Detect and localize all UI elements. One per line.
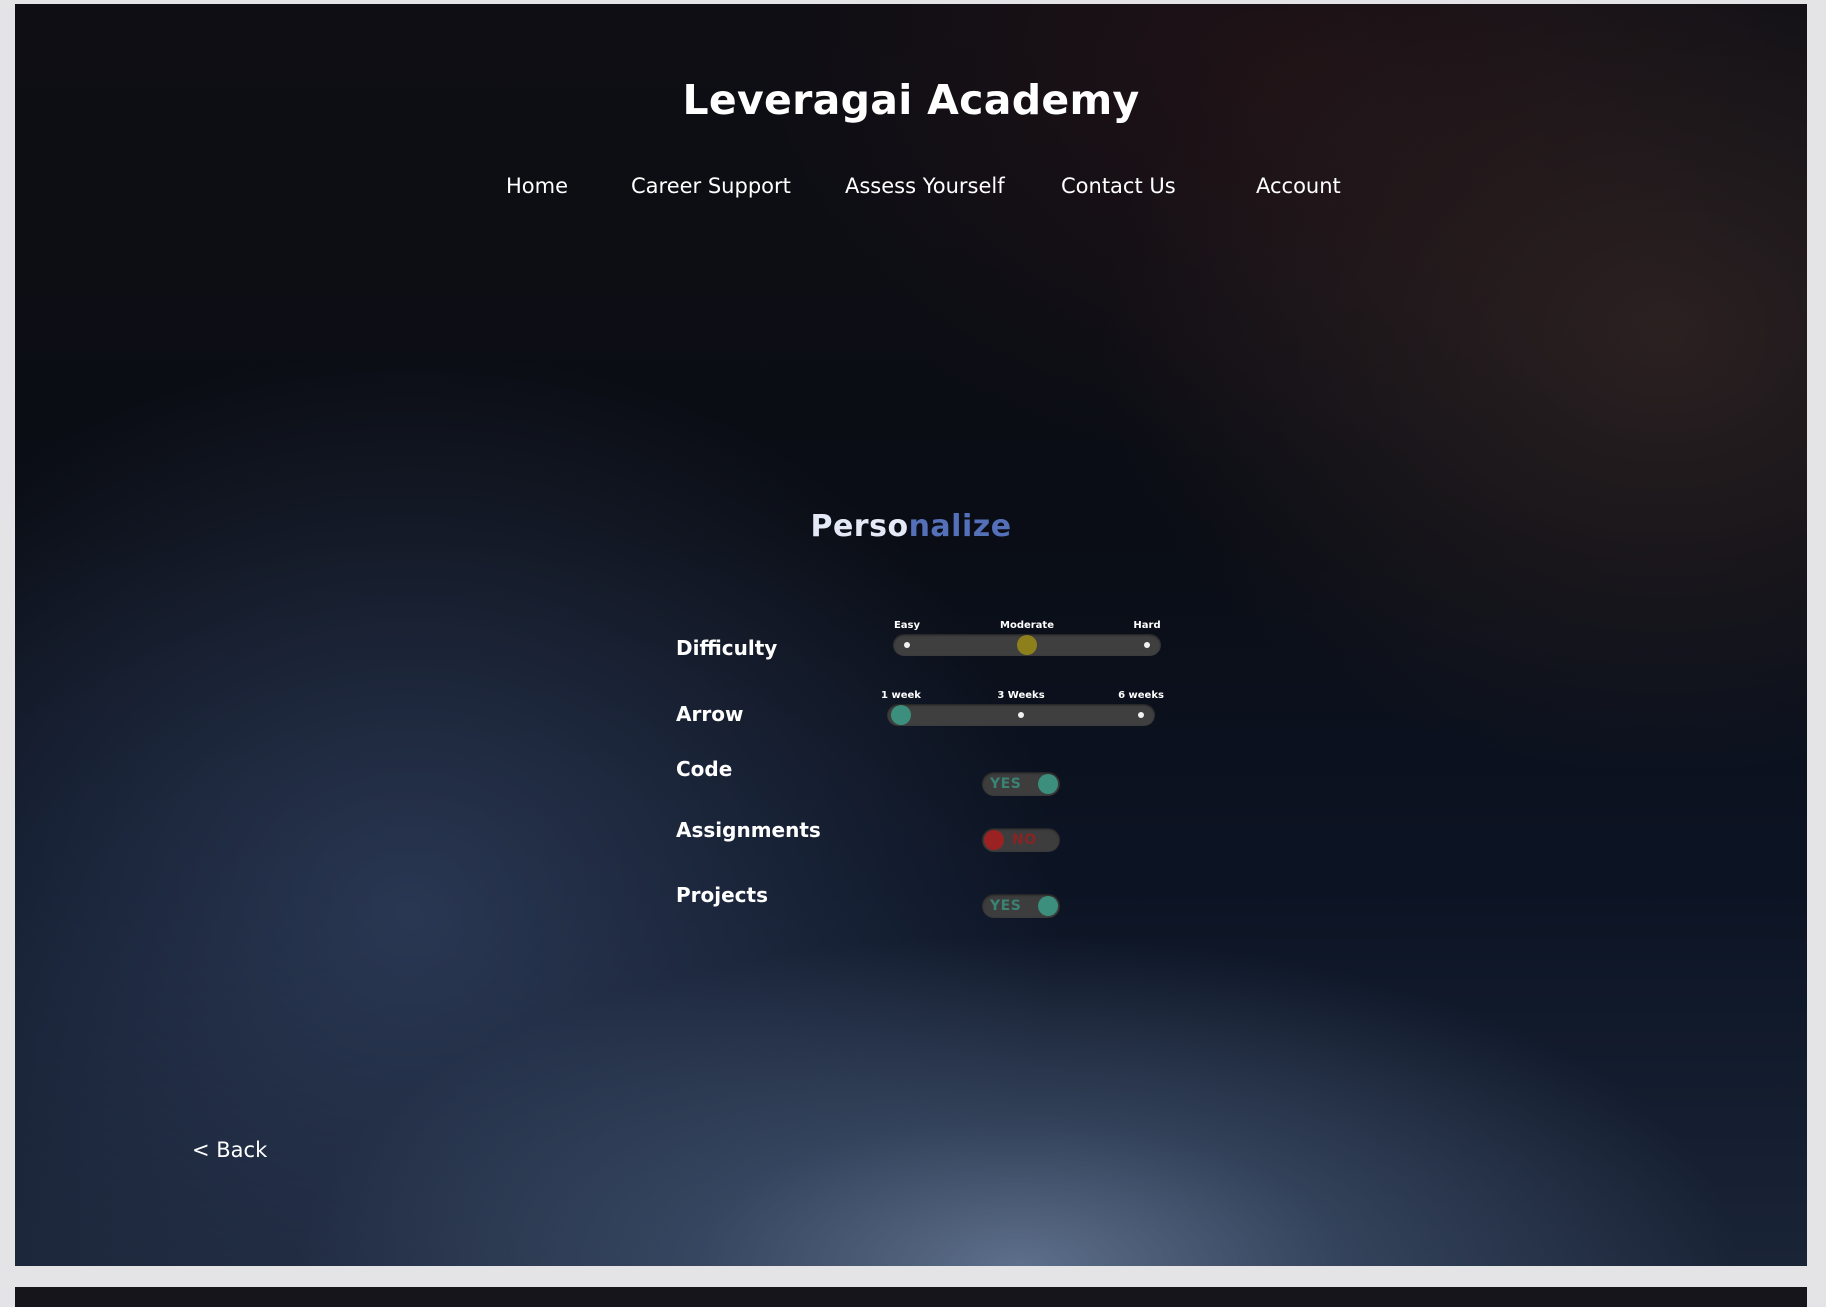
code-toggle-knob (1038, 774, 1058, 794)
difficulty-label: Difficulty (676, 636, 778, 660)
assignments-label: Assignments (676, 818, 821, 842)
projects-toggle-knob (1038, 896, 1058, 916)
duration-slider[interactable]: 1 week 3 Weeks 6 weeks (881, 690, 1164, 730)
assignments-toggle-text: NO (1012, 832, 1037, 848)
difficulty-option-label[interactable]: Easy (894, 620, 920, 631)
next-section-edge (15, 1287, 1807, 1307)
difficulty-option-label[interactable]: Moderate (1000, 620, 1054, 631)
page-frame: Leveragai Academy Home Career Support As… (15, 4, 1807, 1266)
nav-assess-yourself[interactable]: Assess Yourself (845, 174, 1005, 198)
projects-toggle-text: YES (990, 898, 1022, 914)
code-toggle-text: YES (990, 776, 1022, 792)
duration-option-label[interactable]: 1 week (881, 690, 921, 701)
duration-slider-knob[interactable] (891, 705, 911, 725)
duration-option-label[interactable]: 3 Weeks (997, 690, 1044, 701)
site-title: Leveragai Academy (682, 76, 1140, 124)
difficulty-option-dot[interactable] (904, 642, 910, 648)
difficulty-option-dot[interactable] (1144, 642, 1150, 648)
assignments-toggle-knob (984, 830, 1004, 850)
duration-option-dot[interactable] (1138, 712, 1144, 718)
personalize-title-part2: nalize (908, 509, 1012, 544)
code-label: Code (676, 757, 733, 781)
nav-home[interactable]: Home (506, 174, 568, 198)
personalize-title: Personalize (15, 509, 1807, 544)
duration-option-label[interactable]: 6 weeks (1118, 690, 1164, 701)
nav-career-support[interactable]: Career Support (631, 174, 791, 198)
difficulty-option-label[interactable]: Hard (1133, 620, 1160, 631)
duration-option-dot[interactable] (1018, 712, 1024, 718)
projects-label: Projects (676, 883, 769, 907)
code-toggle[interactable]: YES (982, 772, 1060, 796)
personalize-title-part1: Perso (810, 509, 909, 544)
nav-contact-us[interactable]: Contact Us (1061, 174, 1176, 198)
assignments-toggle[interactable]: NO (982, 828, 1060, 852)
duration-label: Arrow (676, 702, 744, 726)
difficulty-slider-knob[interactable] (1017, 635, 1037, 655)
projects-toggle[interactable]: YES (982, 894, 1060, 918)
nav-account[interactable]: Account (1256, 174, 1341, 198)
difficulty-slider[interactable]: Easy Moderate Hard (893, 620, 1161, 660)
back-link[interactable]: < Back (192, 1138, 267, 1162)
